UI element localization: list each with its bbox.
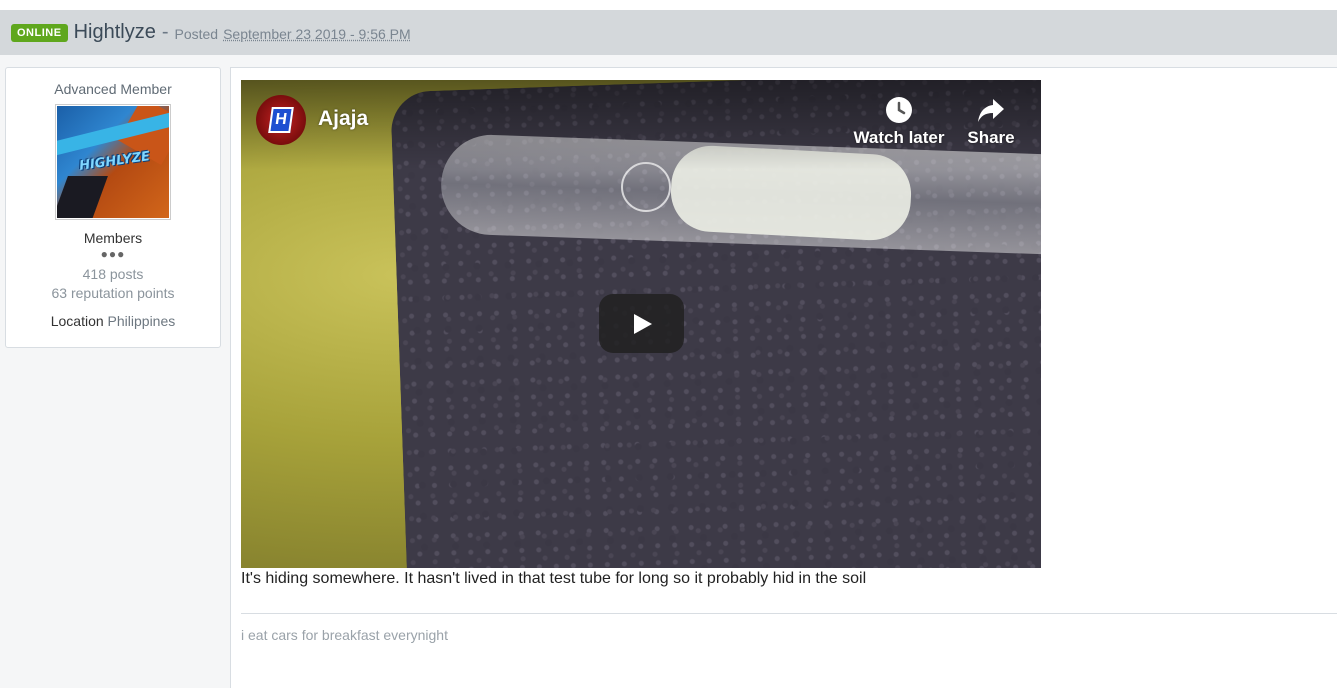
reputation-points: 63 reputation points xyxy=(51,285,175,301)
location-label: Location xyxy=(50,313,104,329)
avatar-link[interactable]: HIGHLYZE xyxy=(55,104,171,220)
play-icon xyxy=(633,313,652,334)
post-text: It's hiding somewhere. It hasn't lived i… xyxy=(241,570,867,587)
location-value: Philippines xyxy=(107,313,176,329)
channel-logo-icon: H xyxy=(268,107,294,133)
signature: i eat cars for breakfast everynight xyxy=(241,627,448,643)
share-button[interactable]: Share xyxy=(965,96,1017,148)
play-button[interactable] xyxy=(599,294,684,353)
author-panel: Advanced Member HIGHLYZE Members ●●● 418… xyxy=(5,67,221,348)
posts-count: 418 posts xyxy=(82,266,144,282)
group-name: Members xyxy=(83,230,143,246)
post-header: ONLINE Hightlyze - Posted September 23 2… xyxy=(0,10,1337,55)
share-label: Share xyxy=(967,128,1015,147)
share-arrow-icon xyxy=(965,96,1017,128)
channel-avatar[interactable]: H xyxy=(256,95,306,145)
video-title[interactable]: Ajaja xyxy=(318,107,368,131)
rank-pips: ●●● xyxy=(100,247,126,261)
watch-later-button[interactable]: Watch later xyxy=(853,96,945,148)
posted-date: September 23 2019 - 9:56 PM xyxy=(223,26,411,42)
location: Location Philippines xyxy=(6,313,220,329)
video-embed[interactable]: H Ajaja Watch later Share xyxy=(241,80,1041,568)
clock-icon xyxy=(853,96,945,128)
avatar: HIGHLYZE xyxy=(57,106,169,218)
post-body: H Ajaja Watch later Share It's hiding so… xyxy=(230,67,1337,688)
member-title: Advanced Member xyxy=(54,81,172,97)
header-separator: - xyxy=(161,21,169,43)
posted-label: Posted xyxy=(174,26,219,42)
signature-divider xyxy=(241,613,1337,614)
avatar-logo-text: HIGHLYZE xyxy=(78,149,151,174)
top-strip xyxy=(0,0,1337,10)
author-name-link[interactable]: Hightlyze xyxy=(74,21,156,44)
avatar-decor xyxy=(57,176,108,218)
online-badge: ONLINE xyxy=(11,23,68,42)
watch-later-label: Watch later xyxy=(853,128,945,147)
